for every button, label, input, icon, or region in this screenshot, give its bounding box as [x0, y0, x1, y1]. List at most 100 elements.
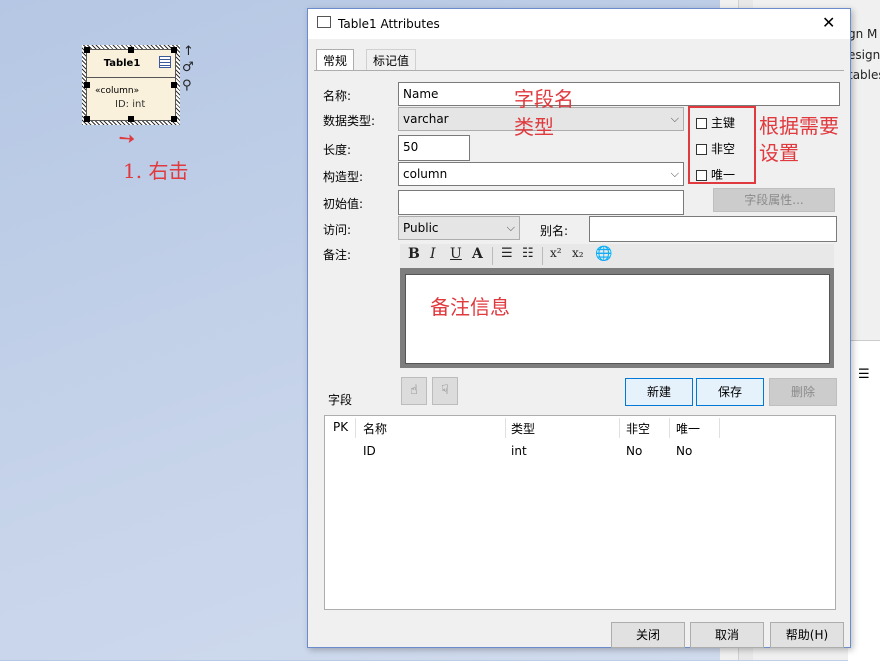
column-header-unique[interactable]: 唯一 [676, 420, 700, 437]
primary-key-checkbox[interactable]: 主键 [696, 114, 735, 131]
column-divider[interactable] [719, 418, 720, 438]
column-header-name[interactable]: 名称 [363, 420, 387, 437]
table-icon [159, 56, 171, 68]
column-header-pk[interactable]: PK [333, 420, 348, 434]
checkbox-icon[interactable] [696, 118, 707, 129]
delete-button[interactable]: 删除 [769, 378, 837, 406]
dialog-titlebar[interactable]: Table1 Attributes ✕ [308, 9, 850, 39]
unique-checkbox[interactable]: 唯一 [696, 166, 735, 183]
red-arrow-icon: ➘ [112, 123, 141, 153]
fields-table[interactable]: PK 名称 类型 非空 唯一 ID int No No [324, 415, 836, 610]
toolbar-divider [542, 247, 543, 265]
column-divider[interactable] [505, 418, 506, 438]
chevron-down-icon: ⌵ [506, 221, 515, 234]
access-select[interactable]: Public ⌵ [398, 216, 520, 240]
column-divider[interactable] [355, 418, 356, 438]
checkbox-icon[interactable] [696, 144, 707, 155]
resize-handle[interactable] [171, 82, 177, 88]
link-icon[interactable]: ♂ [182, 60, 194, 75]
column-header-type[interactable]: 类型 [511, 420, 535, 437]
close-icon[interactable]: ✕ [822, 13, 835, 32]
resize-handle[interactable] [84, 82, 90, 88]
resize-handle[interactable] [171, 116, 177, 122]
datatype-value: varchar [403, 112, 449, 126]
bullets-icon[interactable]: ☰ [501, 246, 513, 261]
resize-handle[interactable] [171, 47, 177, 53]
not-null-label: 非空 [711, 142, 736, 156]
resize-handle[interactable] [128, 116, 134, 122]
tab-tagged-values[interactable]: 标记值 [366, 49, 417, 71]
access-value: Public [403, 221, 439, 235]
stereotype-select[interactable]: column ⌵ [398, 162, 684, 186]
italic-icon[interactable]: I [430, 246, 436, 262]
underline-icon[interactable]: U [450, 246, 462, 262]
move-down-icon[interactable]: ☟ [432, 377, 458, 405]
name-label: 名称: [323, 89, 352, 103]
background-text-3: tables [848, 68, 880, 82]
access-label: 访问: [323, 223, 352, 237]
attribute-label: ID: int [115, 99, 146, 110]
annotation-notes-info: 备注信息 [430, 295, 510, 319]
table-row[interactable]: ID int No No [325, 440, 835, 462]
magnifier-icon[interactable]: ⚲ [182, 78, 192, 93]
alias-input[interactable] [589, 216, 837, 242]
background-panel: ☰ [848, 340, 880, 661]
annotation-type: 类型 [514, 115, 554, 139]
chevron-down-icon: ⌵ [670, 112, 679, 125]
alias-label: 别名: [540, 224, 569, 238]
column-divider[interactable] [619, 418, 620, 438]
attributes-dialog: Table1 Attributes ✕ 常规 标记值 名称: Name 数据类型… [307, 8, 851, 648]
notes-frame: 备注信息 [400, 268, 834, 368]
column-header-not-null[interactable]: 非空 [626, 420, 650, 437]
checkbox-icon[interactable] [696, 170, 707, 181]
notes-editor[interactable]: 备注信息 [405, 274, 830, 364]
resize-handle[interactable] [84, 116, 90, 122]
new-button[interactable]: 新建 [625, 378, 693, 406]
notes-toolbar: B I U A ☰ ☷ x² x₂ 🌐 [400, 244, 834, 268]
save-button[interactable]: 保存 [696, 378, 764, 406]
background-text-2: esign [848, 48, 880, 62]
stereotype-label: «column» [95, 86, 140, 96]
notes-label: 备注: [323, 248, 352, 262]
divider [87, 77, 175, 78]
table-element-title: Table1 [103, 58, 141, 69]
dialog-title: Table1 Attributes [338, 17, 440, 31]
name-input[interactable]: Name [398, 82, 840, 106]
stereotype-value: column [403, 167, 448, 181]
field-properties-button[interactable]: 字段属性... [713, 188, 835, 212]
up-arrow-icon[interactable]: ↑ [183, 44, 194, 59]
column-divider[interactable] [669, 418, 670, 438]
annotation-set-as-needed: 根据需要设置 [759, 114, 839, 165]
primary-key-label: 主键 [711, 116, 736, 130]
table-element-body[interactable]: Table1 «column» ID: int [86, 49, 176, 121]
close-button[interactable]: 关闭 [611, 622, 685, 648]
length-input[interactable]: 50 [398, 135, 470, 161]
hyperlink-icon[interactable]: 🌐 [595, 246, 612, 262]
cancel-button[interactable]: 取消 [690, 622, 764, 648]
cell-name: ID [363, 444, 376, 458]
subscript-icon[interactable]: x₂ [572, 246, 584, 260]
toolbar-divider [492, 247, 493, 265]
resize-handle[interactable] [128, 47, 134, 53]
length-label: 长度: [323, 143, 352, 157]
cell-unique: No [676, 444, 693, 458]
table-element[interactable]: Table1 «column» ID: int [82, 45, 180, 125]
numbering-icon[interactable]: ☷ [522, 246, 534, 261]
initial-value-label: 初始值: [323, 197, 364, 211]
unique-label: 唯一 [711, 168, 736, 182]
superscript-icon[interactable]: x² [550, 246, 562, 260]
help-button[interactable]: 帮助(H) [770, 622, 844, 648]
resize-handle[interactable] [84, 47, 90, 53]
cell-type: int [511, 444, 527, 458]
annotation-field-name: 字段名 [514, 87, 574, 111]
initial-value-input[interactable] [398, 190, 684, 215]
fields-label: 字段 [328, 393, 353, 407]
tab-general[interactable]: 常规 [316, 49, 355, 71]
list-icon[interactable]: ☰ [858, 367, 870, 382]
bold-icon[interactable]: B [408, 246, 420, 262]
not-null-checkbox[interactable]: 非空 [696, 140, 735, 157]
background-text-1: gn M [848, 27, 878, 41]
move-up-icon[interactable]: ☝ [401, 377, 427, 405]
cell-not-null: No [626, 444, 643, 458]
font-color-icon[interactable]: A [472, 246, 483, 262]
